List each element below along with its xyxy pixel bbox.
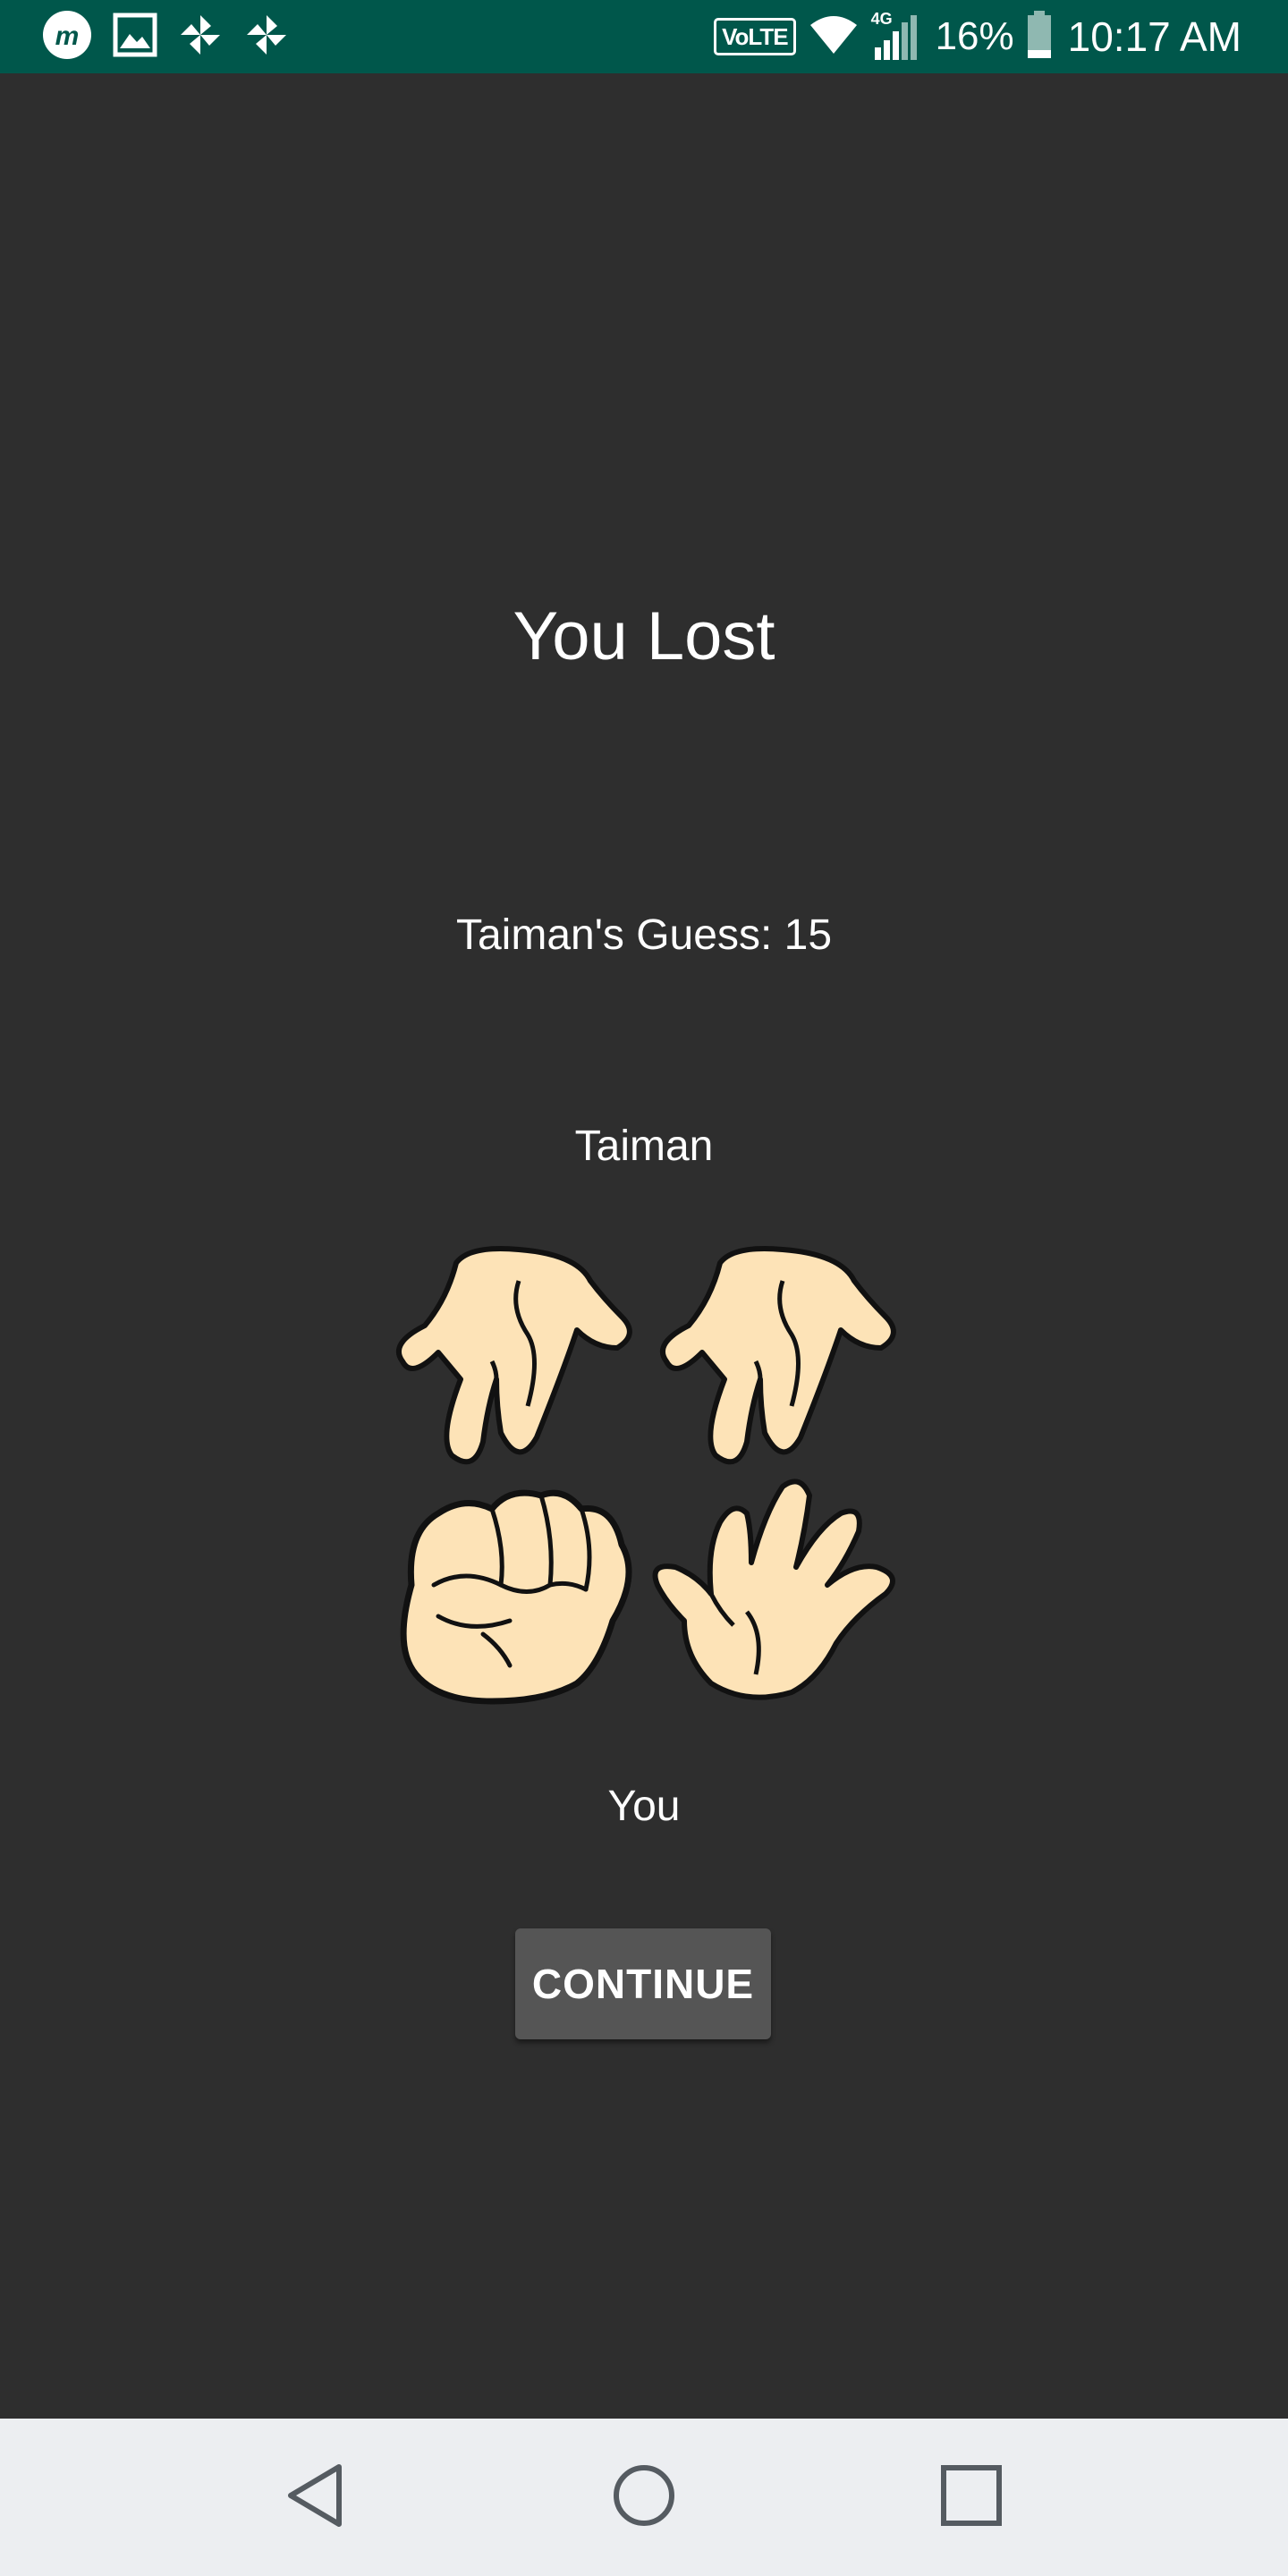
- opponent-name-label: Taiman: [574, 1123, 714, 1170]
- result-screen: You Lost Taiman's Guess: 15 Taiman You C…: [0, 73, 1288, 2419]
- home-icon: [612, 2463, 676, 2532]
- clock: 10:17 AM: [1067, 13, 1241, 60]
- battery-percent: 16%: [935, 14, 1014, 58]
- messenger-icon: m: [41, 9, 93, 65]
- opponent-guess-text: Taiman's Guess: 15: [455, 911, 833, 959]
- hands-grid: [385, 1245, 903, 1710]
- system-icons: VoLTE 4G 16% 10:17 AM: [714, 9, 1241, 64]
- wifi-icon: [809, 13, 859, 62]
- navigation-bar: [0, 2419, 1288, 2576]
- pinwheel-icon: [243, 12, 290, 63]
- back-icon: [284, 2462, 346, 2534]
- back-button[interactable]: [252, 2419, 377, 2576]
- status-bar: m VoLTE 4G 16% 10:17 AM: [0, 0, 1288, 73]
- continue-button[interactable]: CONTINUE: [515, 1928, 771, 2039]
- pinwheel-icon: [177, 12, 224, 63]
- open-hand-icon: [648, 1245, 908, 1478]
- svg-text:m: m: [55, 21, 80, 51]
- result-title: You Lost: [513, 598, 775, 674]
- home-button[interactable]: [581, 2419, 707, 2576]
- open-hand-icon: [648, 1478, 908, 1710]
- player-name-label: You: [607, 1783, 681, 1830]
- continue-button-label: CONTINUE: [531, 1961, 755, 2007]
- volte-label: VoLTE: [722, 22, 788, 50]
- recents-button[interactable]: [909, 2419, 1034, 2576]
- gallery-icon: [113, 13, 157, 62]
- notification-icons: m: [41, 9, 290, 65]
- fist-icon: [385, 1478, 644, 1710]
- open-hand-icon: [385, 1245, 644, 1478]
- volte-badge: VoLTE: [714, 18, 796, 55]
- recents-icon: [940, 2464, 1003, 2531]
- battery-icon: [1027, 10, 1052, 64]
- cellular-signal-icon: 4G: [871, 10, 918, 62]
